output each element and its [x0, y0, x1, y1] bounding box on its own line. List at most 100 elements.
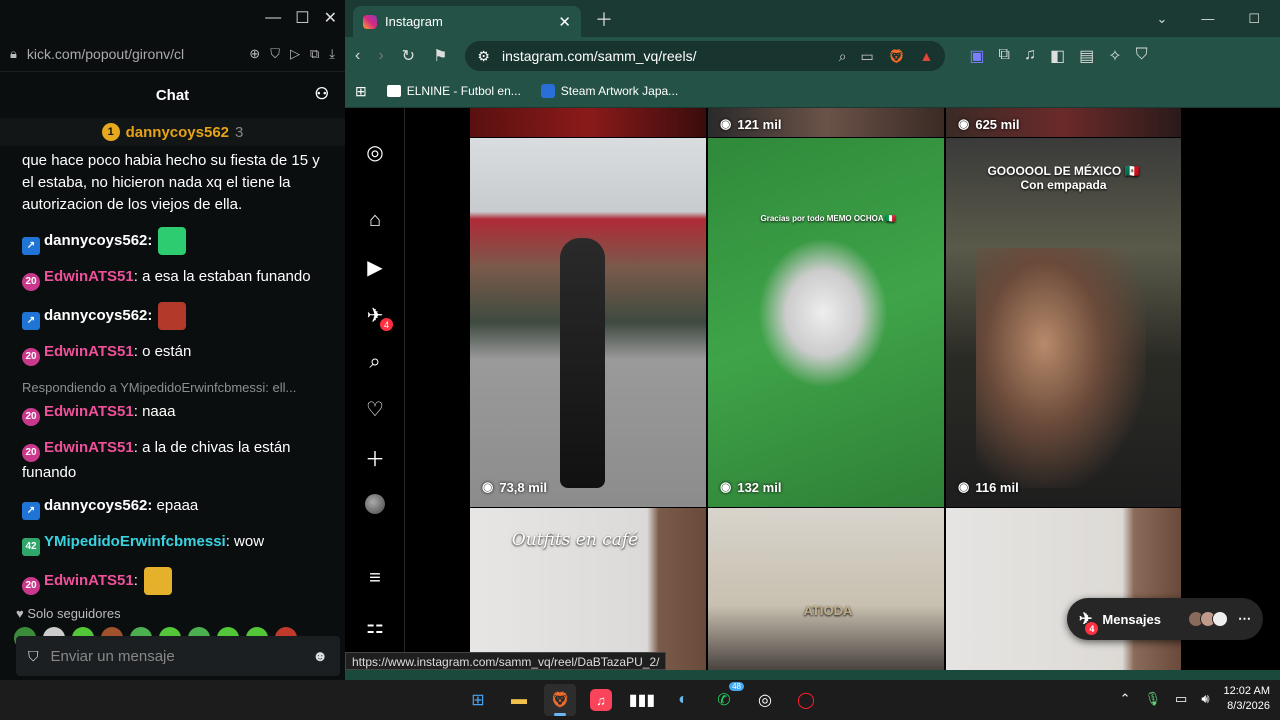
new-tab-icon[interactable]: ＋	[595, 6, 613, 32]
emoji-icon[interactable]: ☻	[312, 648, 328, 665]
direct-messages-icon[interactable]: ✈ 4	[363, 303, 393, 331]
followers-only-label: ♥ Solo seguidores	[16, 606, 121, 621]
pinned-username[interactable]: dannycoys562	[126, 124, 229, 141]
bookmark-icon[interactable]: ⚑	[433, 46, 447, 66]
rewards-icon[interactable]: ▲	[920, 48, 934, 65]
more-icon[interactable]: ⋯	[1238, 611, 1251, 627]
chat-username[interactable]: EdwinATS51	[44, 439, 134, 456]
close-icon[interactable]: ✕	[324, 8, 337, 28]
messages-button[interactable]: ✈ 4 Mensajes ⋯	[1067, 598, 1263, 640]
reel-thumbnail[interactable]	[946, 508, 1181, 670]
audio-meter-icon[interactable]: ▮▮▮	[626, 684, 658, 716]
download-icon[interactable]: ⤓	[329, 46, 335, 62]
reply-indicator[interactable]: Respondiendo a YMipedidoErwinfcbmessi: e…	[22, 377, 329, 399]
chat-username[interactable]: YMipedidoErwinfcbmessi	[44, 533, 226, 550]
chat-username[interactable]: dannycoys562:	[44, 497, 152, 514]
menu-icon[interactable]: ≡	[363, 566, 387, 590]
chat-username[interactable]: EdwinATS51	[44, 343, 134, 360]
vpn-icon[interactable]: ▣	[969, 46, 984, 66]
chat-username[interactable]: EdwinATS51	[44, 403, 134, 420]
minimize-icon[interactable]: —	[265, 9, 281, 27]
status-bar-url: https://www.instagram.com/samm_vq/reel/D…	[345, 652, 667, 670]
reel-thumbnail[interactable]: Gracias por todo MEMO OCHOA 🇮🇹 ◉ 132 mil	[708, 138, 944, 507]
instagram-logo-icon[interactable]: ◎	[363, 140, 387, 164]
chevron-up-icon[interactable]: ⌃	[1120, 691, 1131, 707]
site-info-icon[interactable]: ⚙	[477, 48, 490, 65]
chat-username[interactable]: dannycoys562:	[44, 307, 152, 324]
cast-icon[interactable]: ▭	[861, 48, 874, 65]
zoom-icon[interactable]: ⌕	[839, 48, 847, 65]
tab-close-icon[interactable]: ✕	[558, 13, 571, 31]
brave-browser-icon[interactable]: 🦁︎	[544, 684, 576, 716]
obs-icon[interactable]: ◎	[749, 684, 781, 716]
heart-icon[interactable]: ♡	[363, 397, 387, 421]
music-icon[interactable]: ♫	[1024, 46, 1036, 66]
pinned-user[interactable]: 1 dannycoys562 3	[0, 118, 345, 146]
reload-icon[interactable]: ↻	[402, 46, 415, 66]
user-badge-icon: ↗	[22, 236, 40, 255]
brave-shield-icon[interactable]: 🦁︎	[888, 48, 906, 65]
extensions-icon[interactable]: ⧉	[999, 46, 1010, 66]
direct-messages-icon: ✈ 4	[1079, 609, 1099, 635]
wallet-icon[interactable]: ▤	[1079, 46, 1094, 66]
microphone-icon[interactable]: 🎙︎	[1145, 691, 1162, 707]
chat-username[interactable]: EdwinATS51	[44, 268, 134, 285]
chat-text: : wow	[225, 533, 265, 550]
chat-username[interactable]: dannycoys562:	[44, 232, 152, 249]
reels-icon[interactable]: ▶	[363, 255, 387, 279]
apple-music-icon[interactable]: ♫	[585, 684, 617, 716]
whatsapp-icon[interactable]: ✆ 48	[708, 682, 744, 716]
profile-avatar[interactable]	[363, 492, 387, 516]
instagram-sidebar: ◎ ⌂ ▶ ✈ 4 ⌕ ♡ ＋ ≡ ⚏	[345, 108, 405, 670]
kick-address-bar: 🔒︎ kick.com/popout/gironv/cl ⊕ ⛉ ▷ ⧉ ⤓	[0, 36, 345, 72]
windows-start-icon[interactable]: ⊞	[462, 684, 494, 716]
search-icon[interactable]: ⌕	[363, 350, 387, 374]
chat-message: 20 EdwinATS51: a la de chivas la están fu…	[22, 437, 329, 484]
extensions-icon[interactable]: ⧉	[310, 46, 319, 62]
pinned-count: 3	[235, 123, 244, 141]
create-icon[interactable]: ＋	[363, 445, 387, 471]
address-bar[interactable]: ⚙ instagram.com/samm_vq/reels/ ⌕ ▭ 🦁︎ ▲	[465, 41, 946, 71]
users-icon[interactable]: ⚇	[315, 84, 329, 104]
chat-text: : o están	[133, 343, 192, 360]
eye-icon: ◉	[958, 116, 970, 131]
steam-icon[interactable]: ◐	[667, 684, 699, 716]
kick-url[interactable]: kick.com/popout/gironv/cl	[27, 46, 239, 62]
bookmark-elnine[interactable]: ELNINE - Futbol en...	[386, 84, 521, 98]
reel-thumbnail[interactable]: ◉ 73,8 mil	[470, 138, 706, 507]
threads-icon[interactable]: ⚏	[363, 614, 387, 638]
reel-thumbnail[interactable]: GOOOOOL DE MÉXICO 🇲🇽 Con empapada ◉ 116 m…	[946, 138, 1181, 507]
address-url[interactable]: instagram.com/samm_vq/reels/	[502, 48, 697, 64]
network-icon[interactable]: ▭	[1175, 691, 1187, 707]
reel-thumbnail[interactable]	[470, 108, 706, 137]
leo-icon[interactable]: ✧	[1108, 46, 1121, 66]
chat-username[interactable]: EdwinATS51	[44, 572, 134, 589]
reel-thumbnail[interactable]: ◉ 121 mil	[708, 108, 944, 137]
reel-thumbnail[interactable]: ◉ 625 mil	[946, 108, 1181, 137]
user-badge-icon: 20	[22, 408, 40, 426]
bookmark-steam-artwork[interactable]: Steam Artwork Japa...	[540, 84, 678, 98]
speaker-icon[interactable]: 🔊︎	[1201, 691, 1209, 707]
maximize-icon[interactable]: ☐	[1248, 11, 1260, 27]
sidebar-icon[interactable]: ◧	[1050, 46, 1065, 66]
minimize-icon[interactable]: —	[1201, 11, 1214, 27]
opera-icon[interactable]: ◯	[790, 684, 822, 716]
maximize-icon[interactable]: ☐	[295, 8, 309, 28]
back-icon[interactable]: ‹	[355, 47, 360, 65]
reel-thumbnail[interactable]: Outfits en café	[470, 508, 706, 670]
tab-instagram[interactable]: Instagram ✕	[353, 6, 581, 37]
reel-thumbnail[interactable]: ATIODA	[708, 508, 944, 670]
forward-icon[interactable]: ›	[378, 47, 383, 65]
clock[interactable]: 12:02 AM 8/3/2026	[1224, 684, 1270, 714]
shield-icon[interactable]: ⛉	[1136, 46, 1148, 66]
play-icon[interactable]: ▷	[290, 46, 300, 62]
zoom-icon[interactable]: ⊕	[249, 46, 260, 62]
view-count: ◉ 116 mil	[958, 479, 1019, 495]
apps-grid-icon[interactable]: ⊞	[355, 83, 367, 100]
instagram-page: ◎ ⌂ ▶ ✈4 ⌕ ♡ ＋ ≡ ⚏ ◉121 mil ◉625 mil	[345, 108, 1280, 670]
chevron-down-icon[interactable]: ⌄	[1156, 11, 1167, 27]
chat-input[interactable]: ⛉ Enviar un mensaje ☻	[16, 636, 340, 676]
home-icon[interactable]: ⌂	[363, 208, 387, 232]
file-explorer-icon[interactable]: ▬	[503, 684, 535, 716]
shield-icon[interactable]: ⛉	[270, 46, 280, 62]
